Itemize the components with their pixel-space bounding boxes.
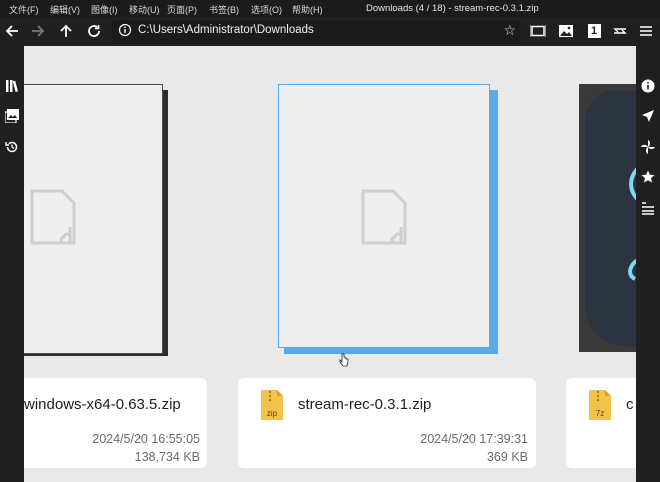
info-icon[interactable]	[638, 76, 658, 96]
forward-arrow-icon[interactable]	[26, 19, 50, 43]
file-name: c	[626, 396, 634, 413]
archive-7z-icon: 7z	[588, 389, 612, 421]
menu-image[interactable]: 图像(I)	[91, 3, 118, 16]
page-number-badge[interactable]: 1	[582, 19, 606, 43]
back-arrow-icon[interactable]	[0, 19, 24, 43]
file-placeholder-icon	[361, 189, 407, 245]
file-card-2[interactable]: zip stream-rec-0.3.1.zip 2024/5/20 17:39…	[238, 378, 536, 468]
file-name: windows-x64-0.63.5.zip	[24, 396, 181, 413]
menu-edit[interactable]: 编辑(V)	[50, 3, 80, 16]
menu-bookmarks[interactable]: 书签(B)	[209, 3, 239, 16]
refresh-icon[interactable]	[82, 19, 106, 43]
archive-type-label: 7z	[595, 409, 605, 418]
file-name: stream-rec-0.3.1.zip	[298, 396, 432, 413]
file-size: 138,734 KB	[134, 450, 200, 464]
toolbar: C:\Users\Administrator\Downloads ☆ 1	[0, 17, 660, 46]
menu-page[interactable]: 页面(P)	[167, 3, 197, 16]
thumbnail-1[interactable]	[24, 84, 163, 354]
menu-move[interactable]: 移动(U)	[129, 3, 160, 16]
file-date: 2024/5/20 17:39:31	[420, 432, 528, 446]
thumbnail-3[interactable]	[579, 84, 636, 352]
logo-graphic	[628, 167, 636, 281]
history-icon[interactable]	[2, 137, 22, 157]
file-card-1[interactable]: windows-x64-0.63.5.zip 2024/5/20 16:55:0…	[24, 378, 207, 468]
zip-file-icon: zip	[260, 389, 284, 421]
window-title: Downloads (4 / 18) - stream-rec-0.3.1.zi…	[366, 3, 539, 14]
library-icon[interactable]	[2, 76, 22, 96]
file-date: 2024/5/20 16:55:05	[92, 432, 200, 446]
thumbnail-area: windows-x64-0.63.5.zip 2024/5/20 16:55:0…	[24, 46, 636, 482]
mouse-cursor-icon	[339, 353, 349, 367]
address-path[interactable]: C:\Users\Administrator\Downloads	[138, 24, 314, 36]
thumbnail-2-selected[interactable]	[278, 84, 490, 348]
image-icon[interactable]	[554, 19, 578, 43]
fit-window-icon[interactable]	[526, 19, 550, 43]
menu-options[interactable]: 选项(O)	[251, 3, 282, 16]
file-placeholder-icon	[30, 189, 76, 245]
menu-file[interactable]: 文件(F)	[9, 3, 39, 16]
menu-icon[interactable]	[634, 19, 658, 43]
star-filled-icon[interactable]	[638, 167, 658, 187]
navigate-icon[interactable]	[638, 106, 658, 126]
menu-bar: 文件(F) 编辑(V) 图像(I) 移动(U) 页面(P) 书签(B) 选项(O…	[0, 0, 660, 17]
file-size: 369 KB	[486, 450, 528, 464]
file-card-3[interactable]: 7z c	[566, 378, 636, 468]
star-icon[interactable]: ☆	[503, 22, 516, 39]
left-sidebar	[0, 46, 24, 482]
up-arrow-icon[interactable]	[54, 19, 78, 43]
address-bar[interactable]: C:\Users\Administrator\Downloads ☆	[112, 20, 520, 42]
right-sidebar	[636, 46, 660, 482]
gallery-icon[interactable]	[2, 106, 22, 126]
list-settings-icon[interactable]	[638, 198, 658, 218]
page-badge-text: 1	[587, 24, 601, 38]
zip-type-label: zip	[266, 409, 278, 418]
pinwheel-icon[interactable]	[638, 137, 658, 157]
swap-icon[interactable]	[608, 19, 632, 43]
menu-help[interactable]: 帮助(H)	[292, 3, 323, 16]
info-circle-icon	[118, 23, 132, 37]
